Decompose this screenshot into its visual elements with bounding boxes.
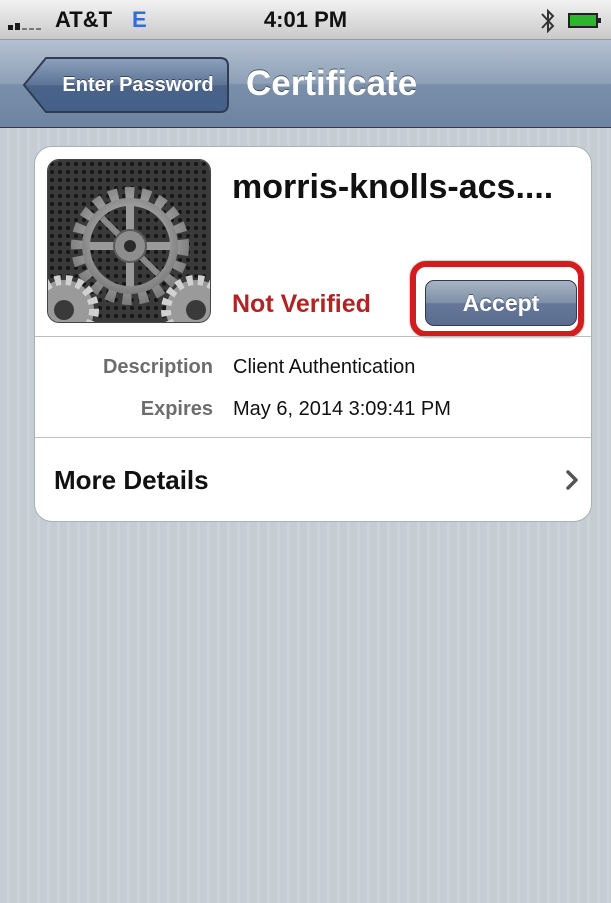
phone-screen: AT&T E 4:01 PM Enter Password Certificat…	[0, 0, 611, 903]
back-button[interactable]: Enter Password	[22, 56, 230, 114]
more-details-label: More Details	[54, 465, 209, 495]
more-details-row[interactable]: More Details	[35, 438, 591, 521]
expires-value: May 6, 2014 3:09:41 PM	[233, 398, 451, 420]
chevron-right-icon	[566, 470, 578, 490]
certificate-card: morris-knolls-acs.... Not Verified Accep…	[34, 146, 592, 522]
expires-label: Expires	[140, 398, 213, 420]
description-label: Description	[102, 356, 213, 378]
accept-button[interactable]: Accept	[425, 280, 577, 326]
divider	[35, 336, 591, 337]
bluetooth-icon	[541, 8, 555, 34]
battery-icon	[568, 13, 601, 28]
settings-gears-icon	[47, 159, 211, 323]
status-bar: AT&T E 4:01 PM	[0, 0, 611, 40]
navigation-bar: Enter Password Certificate	[0, 40, 611, 128]
verification-status: Not Verified	[232, 290, 371, 318]
description-value: Client Authentication	[233, 356, 416, 378]
certificate-name: morris-knolls-acs....	[232, 168, 554, 206]
page-title: Certificate	[246, 64, 418, 103]
status-time: 4:01 PM	[263, 7, 348, 32]
back-button-label: Enter Password	[62, 74, 214, 96]
